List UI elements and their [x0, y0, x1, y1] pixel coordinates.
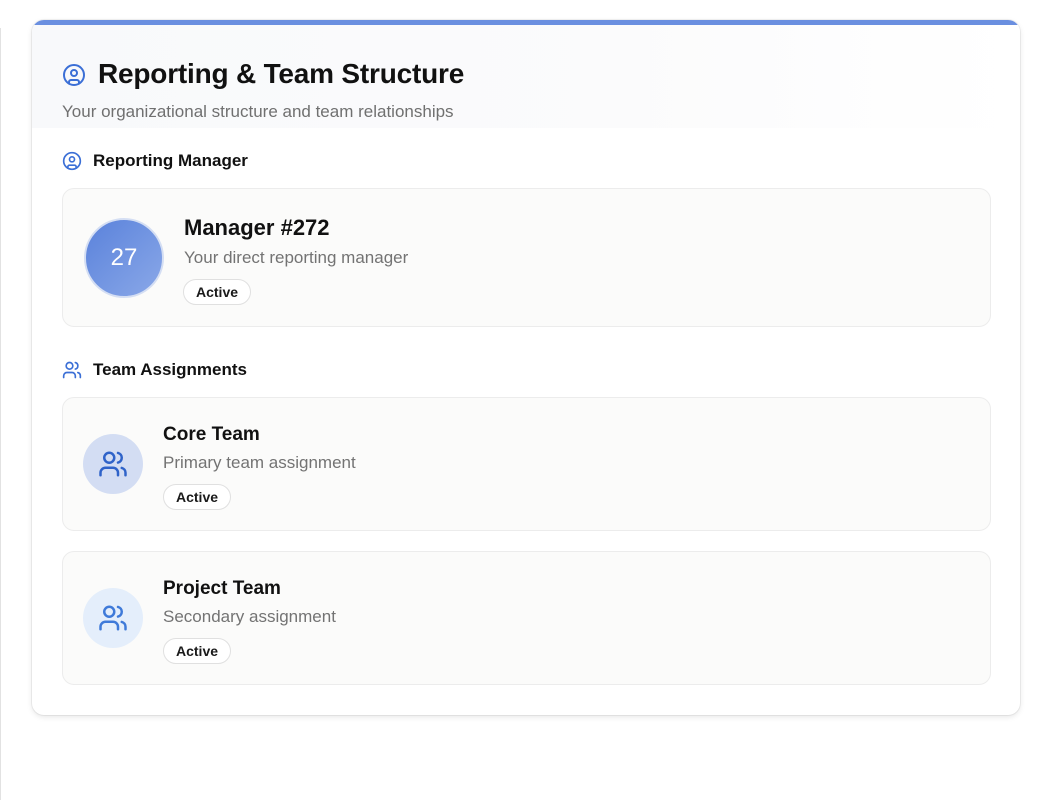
user-circle-icon: [62, 63, 86, 87]
team-name: Project Team: [163, 578, 281, 599]
team-name: Core Team: [163, 424, 260, 445]
team-card-project[interactable]: Project Team Secondary assignment Active: [62, 551, 991, 685]
manager-name: Manager #272: [184, 215, 330, 240]
team-card-core[interactable]: Core Team Primary team assignment Active: [62, 397, 991, 531]
team-description: Primary team assignment: [163, 453, 356, 472]
reporting-structure-card: Reporting & Team Structure Your organiza…: [32, 20, 1020, 715]
section-team-assignments: Team Assignments: [62, 359, 247, 381]
users-icon: [98, 603, 128, 633]
team-avatar: [83, 588, 143, 648]
users-icon: [98, 449, 128, 479]
section-title: Team Assignments: [93, 360, 247, 379]
manager-card[interactable]: 27 Manager #272 Your direct reporting ma…: [62, 188, 991, 327]
page-subtitle: Your organizational structure and team r…: [62, 102, 454, 121]
team-avatar: [83, 434, 143, 494]
status-badge: Active: [163, 484, 232, 510]
status-badge: Active: [183, 279, 252, 305]
user-circle-icon: [62, 151, 82, 171]
avatar: 27: [84, 218, 164, 298]
manager-description: Your direct reporting manager: [184, 248, 409, 267]
section-reporting-manager: Reporting Manager: [62, 150, 248, 172]
card-header: Reporting & Team Structure Your organiza…: [32, 25, 1020, 128]
team-description: Secondary assignment: [163, 607, 336, 626]
section-title: Reporting Manager: [93, 151, 248, 170]
page-title: Reporting & Team Structure: [98, 58, 465, 89]
status-badge: Active: [163, 638, 232, 664]
left-divider: [0, 28, 1, 800]
users-icon: [62, 360, 82, 380]
